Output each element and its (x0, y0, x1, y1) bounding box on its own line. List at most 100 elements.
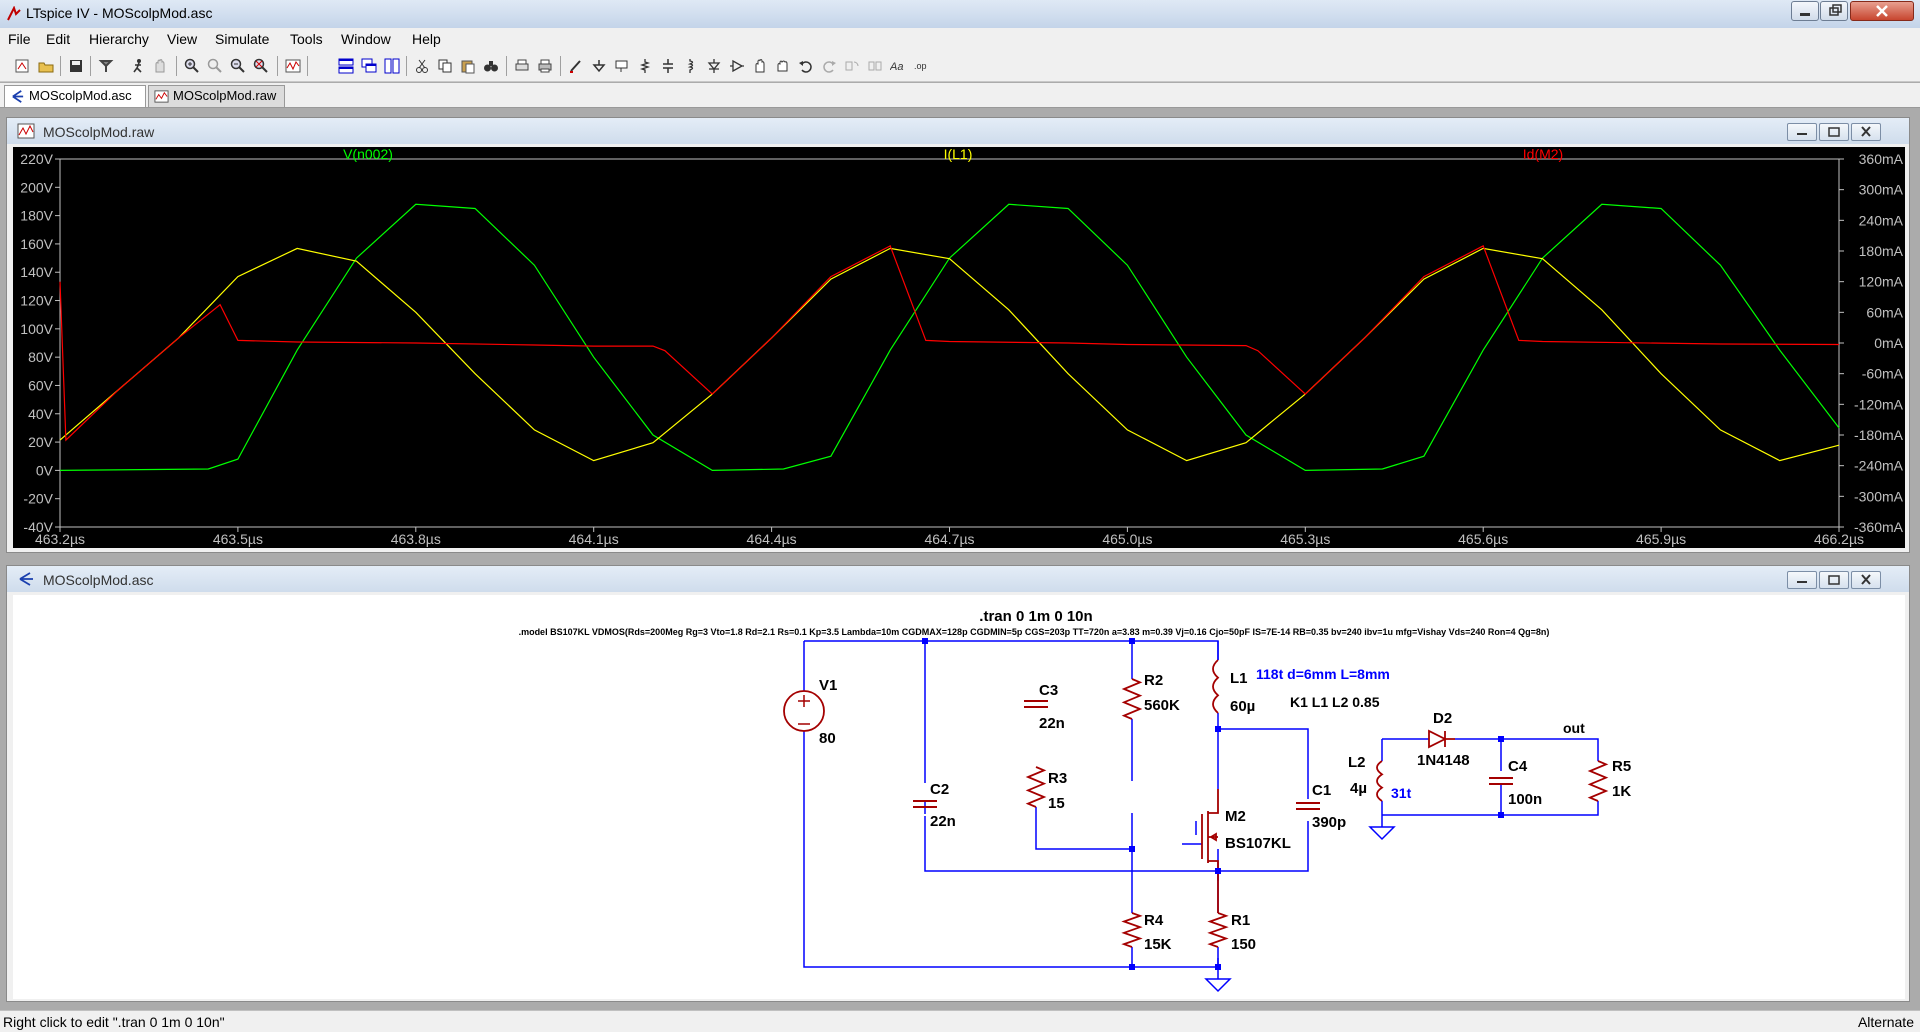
net-label-out[interactable]: out (1563, 720, 1585, 736)
tile-vertical-icon[interactable] (384, 58, 400, 74)
rotate-icon[interactable] (844, 58, 860, 74)
waveform-close-button[interactable] (1851, 123, 1881, 141)
resistor-icon[interactable] (637, 58, 653, 74)
tab-schematic[interactable]: MOScolpMod.asc (4, 85, 146, 107)
v1-value[interactable]: 80 (819, 730, 836, 747)
ltspice-app-icon (7, 6, 21, 21)
tab-waveform[interactable]: MOScolpMod.raw (148, 85, 285, 107)
spice-directive-icon[interactable]: .op (913, 58, 929, 74)
c4-value[interactable]: 100n (1508, 791, 1542, 808)
cascade-icon[interactable] (361, 58, 377, 74)
schematic-canvas[interactable]: V1 80 C2 22n C3 22n R3 15 R2 560K L1 60µ C1 390p M2 BS1… (13, 595, 1905, 999)
tran-directive[interactable]: .tran 0 1m 0 10n (979, 608, 1092, 625)
v1-name[interactable]: V1 (819, 677, 837, 694)
paste-icon[interactable] (460, 58, 476, 74)
r5-name[interactable]: R5 (1612, 758, 1631, 775)
menu-help[interactable]: Help (412, 31, 441, 47)
redo-icon[interactable] (821, 58, 837, 74)
schematic-maximize-button[interactable] (1819, 571, 1849, 589)
r4-value[interactable]: 15K (1144, 936, 1172, 953)
r2-value[interactable]: 560K (1144, 697, 1180, 714)
copy-icon[interactable] (437, 58, 453, 74)
l2-name[interactable]: L2 (1348, 754, 1366, 771)
waveform-window-titlebar: MOScolpMod.raw (7, 118, 1909, 144)
run-icon[interactable] (130, 58, 146, 74)
draw-wire-icon[interactable] (568, 58, 584, 74)
c1-name[interactable]: C1 (1312, 782, 1331, 799)
halt-icon[interactable] (152, 58, 168, 74)
menu-hierarchy[interactable]: Hierarchy (89, 31, 149, 47)
component-icon[interactable] (729, 58, 745, 74)
menu-tools[interactable]: Tools (290, 31, 323, 47)
m2-name[interactable]: M2 (1225, 808, 1246, 825)
autorange-icon[interactable] (285, 58, 301, 74)
menu-view[interactable]: View (167, 31, 197, 47)
open-icon[interactable] (38, 58, 54, 74)
zoom-fit-icon[interactable] (253, 58, 269, 74)
l1-value[interactable]: 60µ (1230, 698, 1255, 715)
menu-window[interactable]: Window (341, 31, 391, 47)
save-icon[interactable] (68, 58, 84, 74)
c1-value[interactable]: 390p (1312, 814, 1346, 831)
c2-name[interactable]: C2 (930, 781, 949, 798)
new-schematic-icon[interactable] (14, 58, 30, 74)
control-panel-icon[interactable] (98, 58, 114, 74)
r3-value[interactable]: 15 (1048, 795, 1065, 812)
l2-comment[interactable]: 31t (1391, 785, 1412, 801)
c2-value[interactable]: 22n (930, 813, 956, 830)
inductor-icon[interactable] (683, 58, 699, 74)
zoom-out-icon[interactable] (230, 58, 246, 74)
m2-value[interactable]: BS107KL (1225, 835, 1291, 852)
zoom-in-icon[interactable] (184, 58, 200, 74)
l1-name[interactable]: L1 (1230, 670, 1248, 687)
toolbar-separator (560, 56, 561, 76)
waveform-maximize-button[interactable] (1819, 123, 1849, 141)
r3-name[interactable]: R3 (1048, 770, 1067, 787)
l1-comment[interactable]: 118t d=6mm L=8mm (1256, 666, 1390, 682)
close-button[interactable] (1850, 1, 1914, 21)
right-axis-label: -300mA (1854, 488, 1904, 504)
print-preview-icon[interactable] (514, 58, 530, 74)
mirror-icon[interactable] (867, 58, 883, 74)
move-hand-icon[interactable] (752, 58, 768, 74)
schematic-minimize-button[interactable] (1787, 571, 1817, 589)
waveform-minimize-button[interactable] (1787, 123, 1817, 141)
diode-icon[interactable] (706, 58, 722, 74)
find-icon[interactable] (483, 58, 499, 74)
text-icon[interactable]: Aa (890, 58, 906, 74)
r1-value[interactable]: 150 (1231, 936, 1256, 953)
menu-file[interactable]: File (8, 31, 31, 47)
r4-name[interactable]: R4 (1144, 912, 1164, 929)
trace-label[interactable]: I(L1) (944, 147, 973, 162)
menu-edit[interactable]: Edit (46, 31, 70, 47)
x-axis-label: 465.6µs (1458, 531, 1508, 547)
ground-icon[interactable] (591, 58, 607, 74)
restore-icon (1829, 4, 1842, 16)
r5-value[interactable]: 1K (1612, 783, 1631, 800)
model-directive[interactable]: .model BS107KL VDMOS(Rds=200Meg Rg=3 Vto… (519, 627, 1550, 637)
maximize-button[interactable] (1820, 1, 1848, 21)
d2-name[interactable]: D2 (1433, 710, 1452, 727)
trace-label[interactable]: Id(M2) (1523, 147, 1563, 162)
minimize-button[interactable] (1791, 1, 1819, 21)
zoom-pan-icon[interactable] (207, 58, 223, 74)
r2-name[interactable]: R2 (1144, 672, 1163, 689)
schematic-close-button[interactable] (1851, 571, 1881, 589)
menu-simulate[interactable]: Simulate (215, 31, 269, 47)
tile-horizontal-icon[interactable] (338, 58, 354, 74)
c3-name[interactable]: C3 (1039, 682, 1058, 699)
label-net-icon[interactable] (614, 58, 630, 74)
trace-label[interactable]: V(n002) (343, 147, 393, 162)
waveform-plot[interactable]: 220V 200V 180V 160V 140V 120V 100V 80V 60V 40V 20V… (13, 147, 1905, 548)
c4-name[interactable]: C4 (1508, 758, 1528, 775)
drag-icon[interactable] (775, 58, 791, 74)
cut-icon[interactable] (414, 58, 430, 74)
r1-name[interactable]: R1 (1231, 912, 1250, 929)
d2-value[interactable]: 1N4148 (1417, 752, 1470, 769)
c3-value[interactable]: 22n (1039, 715, 1065, 732)
print-icon[interactable] (537, 58, 553, 74)
l2-value[interactable]: 4µ (1350, 780, 1367, 797)
capacitor-icon[interactable] (660, 58, 676, 74)
coupling-directive[interactable]: K1 L1 L2 0.85 (1290, 694, 1380, 710)
undo-icon[interactable] (798, 58, 814, 74)
